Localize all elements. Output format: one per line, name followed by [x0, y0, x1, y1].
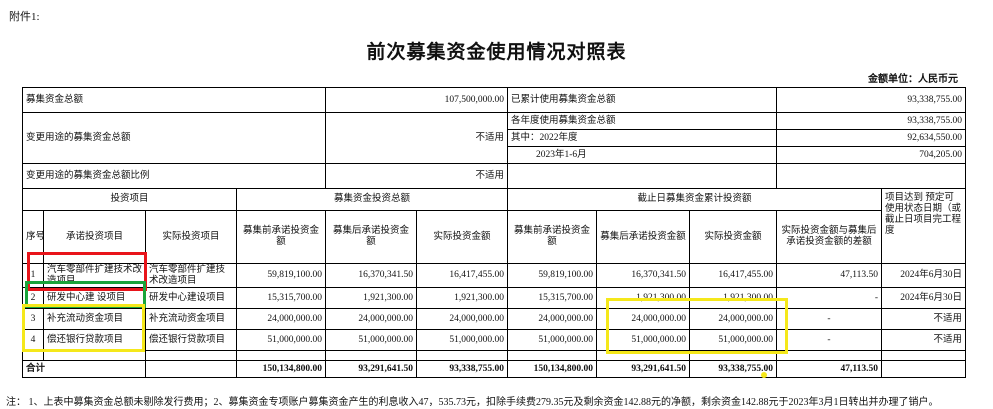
header-actual: 实际投资项目: [145, 210, 237, 264]
footnote: 注： 1、上表中募集资金总额未剔除发行费用；2、募集资金专项账户募集资金产生的利…: [6, 397, 939, 408]
row-post1: 51,000,000.00: [325, 329, 418, 351]
summary-row-ratio: 变更用途的募集资金总额比例 不适用: [21, 163, 967, 189]
row-post2: 24,000,000.00: [596, 308, 691, 330]
summary-2023-value: 704,205.00: [776, 146, 967, 164]
row-act1: 24,000,000.00: [416, 308, 509, 330]
summary-ratio-label: 变更用途的募集资金总额比例: [21, 163, 327, 189]
spacer-row: [22, 350, 967, 361]
summary-used-value: 93,338,755.00: [776, 87, 967, 113]
row-seq: 1: [22, 263, 44, 288]
header-row-2: 序号 承诺投资项目 实际投资项目 募集前承诺投资金额 募集后承诺投资金额 实际投…: [22, 210, 966, 264]
row-pre1: 24,000,000.00: [235, 308, 327, 330]
summary-row-change: 变更用途的募集资金总额 不适用 各年度使用募集资金总额 93,338,755.0…: [21, 112, 967, 164]
summary-ratio-blank2: [776, 163, 967, 189]
table-row: 2 研发中心建 设项目 研发中心建设项目 15,315,700.00 1,921…: [22, 287, 967, 309]
row-post1: 24,000,000.00: [325, 308, 418, 330]
row-actual: 研发中心建设项目: [145, 287, 237, 309]
row-act2: 24,000,000.00: [689, 308, 778, 330]
row-date: 不适用: [881, 308, 967, 330]
row-post2: 1,921,300.00: [596, 287, 691, 309]
row-pre2: 15,315,700.00: [507, 287, 598, 309]
row-post2: 16,370,341.50: [596, 263, 691, 288]
row-pre1: 51,000,000.00: [235, 329, 327, 351]
row-post1: 1,921,300.00: [325, 287, 418, 309]
row-act2: 16,417,455.00: [689, 263, 778, 288]
row-promised: 汽车零部件扩建技术改造项目: [43, 263, 146, 288]
row-pre1: 15,315,700.00: [235, 287, 327, 309]
summary-total-value: 107,500,000.00: [325, 87, 509, 113]
header-actual-amount-1: 实际投资金额: [416, 210, 509, 264]
summary-row-total: 募集资金总额 107,500,000.00 已累计使用募集资金总额 93,338…: [21, 87, 967, 113]
summary-2022-label: 其中：2022年度: [507, 129, 778, 147]
row-date: 2024年6月30日: [881, 287, 967, 309]
summary-ratio-blank: [507, 163, 778, 189]
row-pre2: 59,819,100.00: [507, 263, 598, 288]
table-row: 3 补充流动资金项目 补充流动资金项目 24,000,000.00 24,000…: [22, 308, 967, 330]
row-act1: 1,921,300.00: [416, 287, 509, 309]
row-act1: 16,417,455.00: [416, 263, 509, 288]
header-fund-total: 募集资金投资总额: [235, 188, 509, 211]
total-post2: 93,291,641.50: [596, 360, 691, 378]
row-diff: -: [776, 329, 883, 351]
currency-unit: 金额单位：人民币元: [868, 74, 958, 85]
header-actual-amount-2: 实际投资金额: [689, 210, 778, 264]
row-act2: 1,921,300.00: [689, 287, 778, 309]
total-act1: 93,338,755.00: [416, 360, 509, 378]
summary-yearly-label: 各年度使用募集资金总额: [507, 112, 778, 130]
row-act1: 51,000,000.00: [416, 329, 509, 351]
row-diff: 47,113.50: [776, 263, 883, 288]
header-row-1: 投资项目 募集资金投资总额 截止日募集资金累计投资额 项目达到 预定可使用状态日…: [22, 188, 967, 264]
total-pre1: 150,134,800.00: [235, 360, 327, 378]
header-pre-promised-2: 募集前承诺投资金额: [507, 210, 598, 264]
row-actual: 汽车零部件扩建技术改造项目: [145, 263, 237, 288]
row-post1: 16,370,341.50: [325, 263, 418, 288]
header-cumulative: 截止日募集资金累计投资额: [507, 188, 883, 211]
total-diff: 47,113.50: [776, 360, 883, 378]
total-post1: 93,291,641.50: [325, 360, 418, 378]
header-ready-date: 项目达到 预定可使用状态日期（或截止日项目完工程度: [881, 188, 967, 264]
total-row: 合计 150,134,800.00 93,291,641.50 93,338,7…: [22, 360, 967, 378]
header-promised: 承诺投资项目: [43, 210, 146, 264]
attachment-label: 附件1:: [9, 11, 40, 23]
row-seq: 4: [22, 329, 44, 351]
row-pre1: 59,819,100.00: [235, 263, 327, 288]
header-seq: 序号: [22, 210, 44, 264]
summary-total-label: 募集资金总额: [21, 87, 327, 113]
row-promised: 研发中心建 设项目: [43, 287, 146, 309]
row-post2: 51,000,000.00: [596, 329, 691, 351]
row-date: 不适用: [881, 329, 967, 351]
row-diff: -: [776, 287, 883, 309]
row-pre2: 24,000,000.00: [507, 308, 598, 330]
header-diff: 实际投资金额与募集后承诺投资金额的差额: [776, 210, 883, 264]
row-seq: 3: [22, 308, 44, 330]
row-actual: 补充流动资金项目: [145, 308, 237, 330]
total-pre2: 150,134,800.00: [507, 360, 598, 378]
row-pre2: 51,000,000.00: [507, 329, 598, 351]
row-act2: 51,000,000.00: [689, 329, 778, 351]
table-row: 4 偿还银行贷款项目 偿还银行贷款项目 51,000,000.00 51,000…: [22, 329, 967, 351]
summary-change-value: 不适用: [325, 112, 509, 164]
total-label: 合计: [22, 360, 146, 378]
header-post-promised-1: 募集后承诺投资金额: [325, 210, 418, 264]
row-seq: 2: [22, 287, 44, 309]
row-promised: 偿还银行贷款项目: [43, 329, 146, 351]
header-post-promised-2: 募集后承诺投资金额: [596, 210, 691, 264]
summary-yearly-value: 93,338,755.00: [776, 112, 967, 130]
summary-change-label: 变更用途的募集资金总额: [21, 112, 327, 164]
row-promised: 补充流动资金项目: [43, 308, 146, 330]
total-act2: 93,338,755.00: [689, 360, 778, 378]
row-date: 2024年6月30日: [881, 263, 967, 288]
row-diff: -: [776, 308, 883, 330]
summary-used-label: 已累计使用募集资金总额: [507, 87, 778, 113]
header-invest-project: 投资项目: [22, 188, 237, 211]
fund-usage-table: 募集资金总额 107,500,000.00 已累计使用募集资金总额 93,338…: [21, 87, 967, 378]
table-row: 1 汽车零部件扩建技术改造项目 汽车零部件扩建技术改造项目 59,819,100…: [22, 263, 967, 288]
summary-ratio-value: 不适用: [325, 163, 509, 189]
header-pre-promised-1: 募集前承诺投资金额: [235, 210, 327, 264]
summary-2022-value: 92,634,550.00: [776, 129, 967, 147]
page-title: 前次募集资金使用情况对照表: [366, 41, 627, 63]
row-actual: 偿还银行贷款项目: [145, 329, 237, 351]
summary-2023-label: 2023年1-6月: [507, 146, 778, 164]
